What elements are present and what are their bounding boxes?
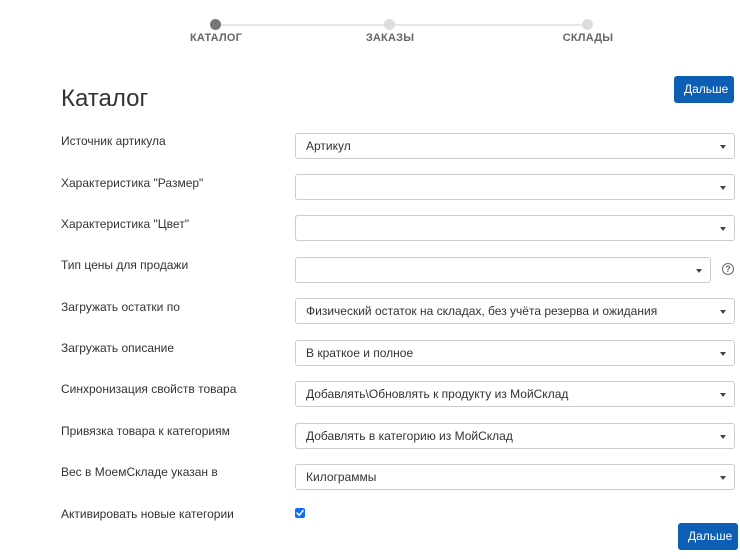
- chevron-down-icon: [696, 269, 702, 273]
- chevron-down-icon: [720, 310, 726, 314]
- label-property-sync: Синхронизация свойств товара: [61, 382, 237, 396]
- step-dot-orders: [384, 19, 395, 30]
- label-category-binding: Привязка товара к категориям: [61, 424, 230, 438]
- page-title: Каталог: [61, 85, 149, 112]
- stock-by-value: Физический остаток на складах, без учёта…: [306, 304, 658, 318]
- checkmark-icon: [296, 509, 304, 516]
- help-icon[interactable]: ?: [722, 263, 734, 275]
- size-characteristic-select[interactable]: [295, 174, 735, 200]
- weight-unit-select[interactable]: Килограммы: [295, 464, 735, 490]
- label-stock-by: Загружать остатки по: [61, 300, 180, 314]
- chevron-down-icon: [720, 186, 726, 190]
- label-article-source: Источник артикула: [61, 134, 166, 148]
- next-button-top[interactable]: Дальше: [674, 76, 734, 103]
- step-label-catalog[interactable]: КАТАЛОГ: [190, 32, 242, 44]
- stepper-line-2: [390, 24, 588, 26]
- property-sync-select[interactable]: Добавлять\Обновлять к продукту из МойСкл…: [295, 381, 735, 407]
- price-type-select[interactable]: [295, 257, 711, 283]
- property-sync-value: Добавлять\Обновлять к продукту из МойСкл…: [306, 387, 569, 401]
- chevron-down-icon: [720, 435, 726, 439]
- stock-by-select[interactable]: Физический остаток на складах, без учёта…: [295, 298, 735, 324]
- label-load-description: Загружать описание: [61, 341, 175, 355]
- chevron-down-icon: [720, 476, 726, 480]
- step-dot-warehouses: [582, 19, 593, 30]
- label-weight-unit: Вес в МоемСкладе указан в: [61, 465, 218, 479]
- load-description-select[interactable]: В краткое и полное: [295, 340, 735, 366]
- category-binding-select[interactable]: Добавлять в категорию из МойСклад: [295, 423, 735, 449]
- step-label-orders[interactable]: ЗАКАЗЫ: [366, 32, 414, 44]
- article-source-select[interactable]: Артикул: [295, 133, 735, 159]
- label-color-characteristic: Характеристика "Цвет": [61, 217, 189, 231]
- chevron-down-icon: [720, 352, 726, 356]
- label-activate-categories: Активировать новые категории: [61, 507, 234, 521]
- step-label-warehouses[interactable]: СКЛАДЫ: [563, 32, 614, 44]
- weight-unit-value: Килограммы: [306, 470, 377, 484]
- chevron-down-icon: [720, 145, 726, 149]
- next-button-bottom[interactable]: Дальше: [678, 523, 738, 550]
- color-characteristic-select[interactable]: [295, 215, 735, 241]
- category-binding-value: Добавлять в категорию из МойСклад: [306, 429, 513, 443]
- article-source-value: Артикул: [306, 139, 351, 153]
- label-size-characteristic: Характеристика "Размер": [61, 176, 204, 190]
- stepper-line-1: [216, 24, 390, 26]
- progress-stepper: КАТАЛОГ ЗАКАЗЫ СКЛАДЫ: [0, 0, 740, 60]
- chevron-down-icon: [720, 393, 726, 397]
- label-price-type: Тип цены для продажи: [61, 258, 189, 272]
- load-description-value: В краткое и полное: [306, 346, 414, 360]
- step-dot-catalog: [210, 19, 221, 30]
- activate-categories-checkbox[interactable]: [295, 508, 305, 518]
- chevron-down-icon: [720, 227, 726, 231]
